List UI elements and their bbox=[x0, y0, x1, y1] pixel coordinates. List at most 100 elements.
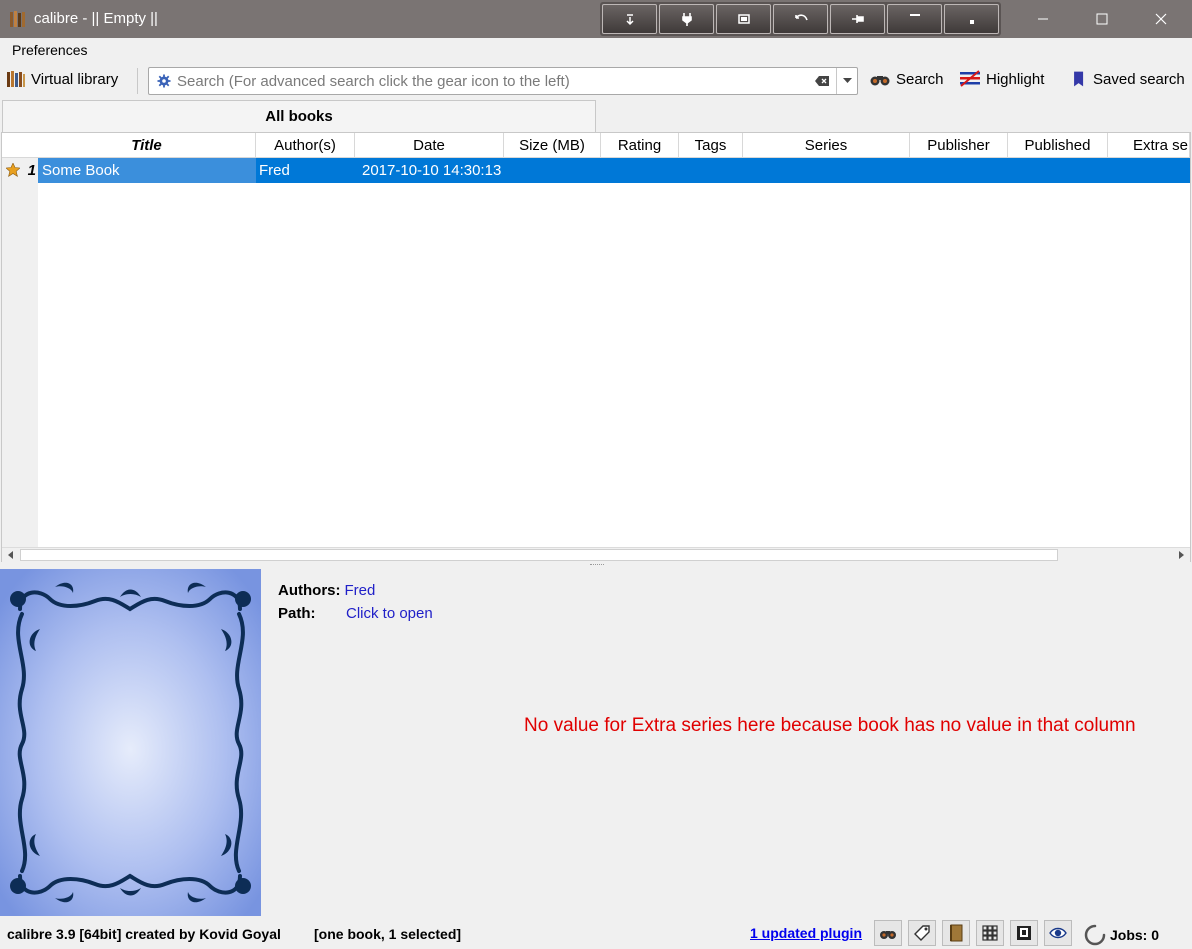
updated-plugin-link[interactable]: 1 updated plugin bbox=[750, 925, 862, 941]
tag-browser-button[interactable] bbox=[908, 920, 936, 946]
jobs-count: Jobs: 0 bbox=[1110, 927, 1160, 943]
frame-icon bbox=[737, 14, 750, 24]
column-header-authors[interactable]: Author(s) bbox=[256, 133, 355, 158]
column-header-title[interactable]: Title bbox=[38, 133, 256, 158]
virtual-library-label: Virtual library bbox=[31, 70, 119, 88]
column-header-rating[interactable]: Rating bbox=[601, 133, 679, 158]
books-icon bbox=[7, 71, 25, 87]
version-text: calibre 3.9 [64bit] created by Kovid Goy… bbox=[7, 926, 281, 942]
selection-count: [one book, 1 selected] bbox=[314, 926, 462, 942]
bookmark-icon bbox=[1074, 71, 1084, 87]
window-title: calibre - || Empty || bbox=[34, 10, 158, 27]
authors-label: Authors: bbox=[278, 582, 341, 599]
jobs-indicator[interactable]: Jobs: 0 bbox=[1084, 924, 1159, 946]
calibre-library-icon bbox=[10, 11, 25, 27]
toggle-search-button[interactable] bbox=[874, 920, 902, 946]
search-button[interactable]: Search bbox=[869, 70, 944, 88]
cell-author[interactable]: Fred bbox=[259, 162, 290, 179]
binoculars-icon bbox=[870, 76, 890, 86]
tool-button-1[interactable] bbox=[602, 4, 657, 34]
scrollbar-thumb[interactable] bbox=[20, 549, 1058, 561]
search-input[interactable] bbox=[177, 70, 827, 92]
highlight-button[interactable]: Highlight bbox=[959, 70, 1044, 88]
undo-icon bbox=[794, 14, 808, 21]
tool-button-4[interactable] bbox=[773, 4, 828, 34]
toolbar-separator bbox=[137, 68, 138, 94]
annotation-text: No value for Extra series here because b… bbox=[524, 715, 1136, 736]
tab-all-books[interactable]: All books bbox=[2, 100, 596, 132]
marked-star-icon bbox=[6, 163, 20, 177]
column-header-tags[interactable]: Tags bbox=[679, 133, 743, 158]
search-box bbox=[148, 67, 858, 95]
close-button[interactable] bbox=[1132, 0, 1190, 38]
pin-icon bbox=[851, 15, 864, 23]
detail-authors-row: Authors: Fred bbox=[278, 582, 433, 599]
highlight-icon bbox=[960, 70, 980, 87]
status-bar: calibre 3.9 [64bit] created by Kovid Goy… bbox=[0, 918, 1192, 949]
row-header-column bbox=[2, 158, 38, 547]
table-row[interactable]: 1 Some Book Fred 2017-10-10 14:30:13 bbox=[2, 158, 1190, 183]
column-header-published[interactable]: Published bbox=[1008, 133, 1108, 158]
minimize-button[interactable] bbox=[1014, 0, 1072, 38]
saved-search-button[interactable]: Saved search bbox=[1070, 70, 1185, 88]
cell-title[interactable]: Some Book bbox=[42, 162, 120, 179]
column-header-date[interactable]: Date bbox=[355, 133, 504, 158]
row-number-label: 1 bbox=[27, 162, 36, 179]
collapse-icon bbox=[625, 14, 634, 26]
book-icon bbox=[950, 924, 963, 942]
tool-button-6[interactable] bbox=[887, 4, 942, 34]
scroll-right-icon[interactable] bbox=[1176, 550, 1186, 560]
virtual-library-button[interactable]: Virtual library bbox=[6, 70, 118, 88]
tool-button-5[interactable] bbox=[830, 4, 885, 34]
clear-search-icon[interactable] bbox=[814, 75, 830, 87]
gear-icon[interactable] bbox=[157, 74, 171, 88]
splitter-handle[interactable] bbox=[590, 564, 604, 567]
title-bar: calibre - || Empty || bbox=[0, 0, 1192, 38]
cell-date[interactable]: 2017-10-10 14:30:13 bbox=[362, 162, 501, 179]
library-tabs: All books bbox=[0, 100, 1192, 132]
book-details-button[interactable] bbox=[942, 920, 970, 946]
binoculars-icon bbox=[880, 931, 896, 939]
path-link[interactable]: Click to open bbox=[346, 605, 433, 622]
scroll-left-icon[interactable] bbox=[6, 550, 16, 560]
menu-preferences[interactable]: Preferences bbox=[12, 42, 87, 58]
highlight-button-label: Highlight bbox=[986, 70, 1045, 88]
tool-button-2[interactable] bbox=[659, 4, 714, 34]
table-header: Title Author(s) Date Size (MB) Rating Ta… bbox=[2, 133, 1190, 158]
cover-browser-icon bbox=[1017, 926, 1031, 940]
quickview-button[interactable] bbox=[1044, 920, 1072, 946]
path-label: Path: bbox=[278, 605, 316, 622]
tag-icon bbox=[914, 925, 930, 941]
book-details-panel: Authors: Fred Path: Click to open bbox=[278, 582, 433, 628]
grid-view-button[interactable] bbox=[976, 920, 1004, 946]
spinner-icon bbox=[1084, 924, 1106, 946]
column-header-extra-series[interactable]: Extra series bbox=[1108, 133, 1190, 158]
search-history-dropdown[interactable] bbox=[836, 68, 858, 94]
row-number: 1 bbox=[2, 158, 38, 183]
tool-button-7[interactable] bbox=[944, 4, 999, 34]
plug-icon bbox=[681, 13, 692, 26]
maximize-button[interactable] bbox=[1073, 0, 1131, 38]
minimize-icon bbox=[1038, 18, 1048, 20]
maximize-icon bbox=[1096, 13, 1108, 25]
author-link[interactable]: Fred bbox=[345, 582, 376, 599]
chevron-down-icon bbox=[843, 78, 852, 83]
toolbar: Virtual library Search (For advanced sea… bbox=[0, 62, 1192, 100]
book-list: Title Author(s) Date Size (MB) Rating Ta… bbox=[1, 132, 1191, 562]
menu-bar: Preferences bbox=[0, 38, 1192, 62]
saved-search-label: Saved search bbox=[1093, 70, 1185, 88]
column-header-publisher[interactable]: Publisher bbox=[910, 133, 1008, 158]
search-button-label: Search bbox=[896, 70, 944, 88]
horizontal-scrollbar[interactable] bbox=[2, 547, 1190, 562]
minimize-line-icon bbox=[909, 14, 920, 16]
tool-button-3[interactable] bbox=[716, 4, 771, 34]
grid-icon bbox=[982, 925, 998, 941]
cover-browser-button[interactable] bbox=[1010, 920, 1038, 946]
detail-path-row: Path: Click to open bbox=[278, 605, 433, 622]
column-header-size[interactable]: Size (MB) bbox=[504, 133, 601, 158]
dot-icon bbox=[969, 20, 974, 24]
close-icon bbox=[1155, 13, 1167, 25]
book-cover-image bbox=[0, 569, 261, 916]
window-tool-strip bbox=[600, 2, 1001, 36]
column-header-series[interactable]: Series bbox=[743, 133, 910, 158]
